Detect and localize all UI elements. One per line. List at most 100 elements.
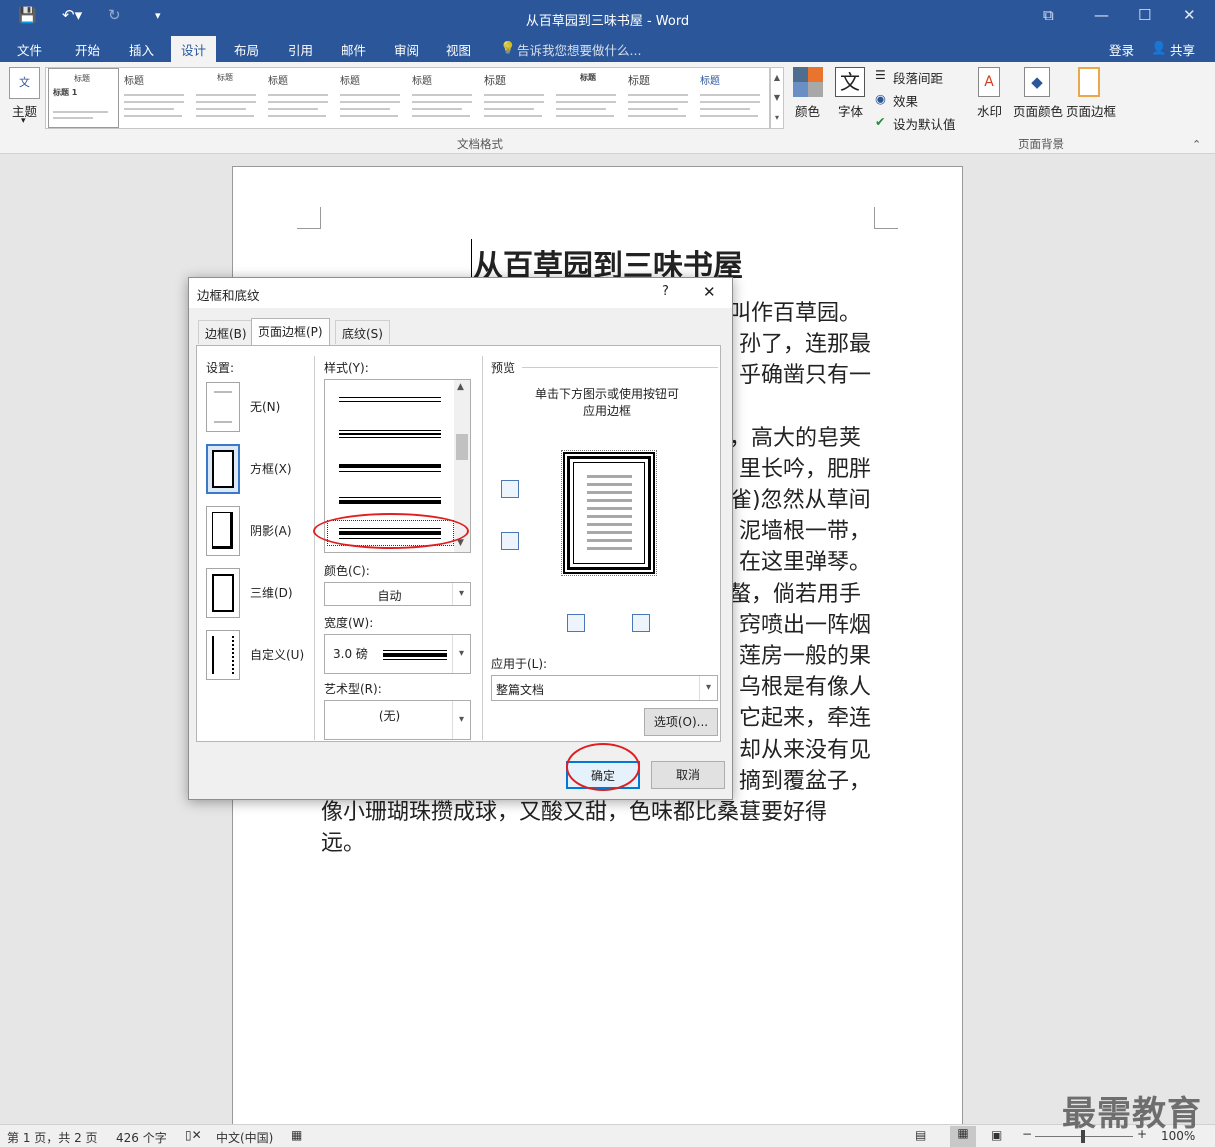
tab-design[interactable]: 设计	[171, 36, 217, 62]
watermark-icon[interactable]: A	[978, 67, 1000, 97]
tab-references[interactable]: 引用	[288, 40, 313, 59]
paragraph-spacing-button[interactable]: 段落间距	[893, 68, 943, 87]
doc-line: 泥墙根一带，	[739, 519, 872, 544]
divider	[482, 356, 483, 740]
doc-line: 叫作百草园。	[729, 301, 862, 326]
right-border-button[interactable]	[632, 614, 650, 632]
word-count[interactable]: 426 个字	[116, 1129, 167, 1146]
proofing-icon[interactable]: ▯✕	[185, 1128, 202, 1142]
setting-shadow[interactable]: 阴影(A)	[250, 522, 292, 539]
zoom-out-icon[interactable]: −	[1022, 1127, 1032, 1141]
cancel-button[interactable]: 取消	[651, 761, 725, 789]
maximize-icon[interactable]: ☐	[1138, 6, 1151, 24]
scroll-up-icon[interactable]: ▲	[457, 382, 464, 392]
login-link[interactable]: 登录	[1109, 40, 1134, 59]
tab-insert[interactable]: 插入	[129, 40, 154, 59]
effects-button[interactable]: 效果	[893, 91, 918, 110]
style-thumb[interactable]: 标题	[624, 68, 695, 128]
chevron-down-icon: ▾	[452, 701, 470, 739]
art-select[interactable]: (无) ▾	[324, 700, 471, 740]
tell-me-box[interactable]: 告诉我您想要做什么...	[517, 40, 641, 59]
margin-mark	[297, 207, 321, 229]
doc-line: 摘到覆盆子，	[739, 769, 872, 794]
tab-mailings[interactable]: 邮件	[341, 40, 366, 59]
apply-to-select[interactable]: 整篇文档 ▾	[491, 675, 718, 701]
tab-file[interactable]: 文件	[17, 40, 42, 59]
doc-line: 莲房一般的果	[739, 644, 872, 669]
ribbon-display-icon[interactable]: ⧉	[1043, 6, 1054, 24]
style-thumb[interactable]: 标题	[480, 68, 551, 128]
doc-line: 远。	[321, 831, 366, 856]
web-layout-icon[interactable]: ▣	[991, 1128, 1002, 1142]
setting-3d-icon[interactable]	[206, 568, 240, 618]
help-icon[interactable]: ?	[662, 284, 669, 299]
watermark-button[interactable]: 水印	[977, 101, 1002, 120]
style-thumb[interactable]: 标题 标题 1	[48, 68, 119, 128]
style-thumb[interactable]: 标题	[192, 68, 263, 128]
macro-icon[interactable]: ▦	[291, 1128, 302, 1142]
style-thumb[interactable]: 标题	[696, 68, 767, 128]
setting-none[interactable]: 无(N)	[250, 398, 280, 415]
style-set-gallery[interactable]: 标题 标题 1 标题 标题 标题 标题 标题 标题 标题 标题 标题	[45, 67, 770, 129]
group-document-format: 文档格式	[457, 137, 503, 151]
gallery-scroll[interactable]: ▲ ▼ ▾	[770, 67, 784, 129]
minimize-icon[interactable]: —	[1094, 6, 1109, 24]
page-count[interactable]: 第 1 页，共 2 页	[7, 1129, 98, 1146]
status-bar: 第 1 页，共 2 页 426 个字 ▯✕ 中文(中国) ▦ ▤ ▦ ▣ − +…	[0, 1124, 1215, 1147]
page-border-icon[interactable]	[1078, 67, 1100, 97]
setting-shadow-icon[interactable]	[206, 506, 240, 556]
page-color-button[interactable]: 页面颜色	[1013, 101, 1063, 120]
tab-shading[interactable]: 底纹(S)	[335, 320, 390, 344]
setting-none-icon[interactable]	[206, 382, 240, 432]
tab-page-border[interactable]: 页面边框(P)	[251, 318, 330, 346]
setting-box-icon[interactable]	[206, 444, 240, 494]
fonts-button[interactable]: 字体	[838, 101, 863, 120]
paragraph-spacing-icon: ☰	[875, 68, 886, 82]
setting-custom-icon[interactable]	[206, 630, 240, 680]
language[interactable]: 中文(中国)	[216, 1129, 273, 1146]
options-button[interactable]: 选项(O)...	[644, 708, 718, 736]
close-icon[interactable]: ✕	[1183, 6, 1196, 24]
width-select[interactable]: 3.0 磅 ▾	[324, 634, 471, 674]
theme-icon[interactable]: 文	[9, 67, 40, 99]
read-mode-icon[interactable]: ▤	[915, 1128, 926, 1142]
print-layout-icon[interactable]: ▦	[950, 1126, 976, 1147]
tab-review[interactable]: 审阅	[394, 40, 419, 59]
preview-hint: 应用边框	[582, 404, 631, 418]
window-title: 从百草园到三味书屋 - Word	[525, 14, 690, 29]
page-borders-button[interactable]: 页面边框	[1066, 101, 1116, 120]
share-button[interactable]: 共享	[1170, 40, 1195, 59]
collapse-ribbon-icon[interactable]: ⌃	[1192, 138, 1201, 151]
check-icon: ✔	[875, 114, 886, 129]
style-thumb[interactable]: 标题	[408, 68, 479, 128]
fonts-icon[interactable]: 文	[835, 67, 865, 97]
color-select[interactable]: 自动 ▾	[324, 582, 471, 606]
tab-home[interactable]: 开始	[75, 40, 100, 59]
set-default-button[interactable]: 设为默认值	[893, 114, 956, 133]
style-thumb[interactable]: 标题	[120, 68, 191, 128]
settings-label: 设置:	[206, 361, 235, 375]
left-border-button[interactable]	[567, 614, 585, 632]
color-label: 颜色(C):	[324, 564, 370, 578]
setting-box[interactable]: 方框(X)	[250, 460, 292, 477]
style-thumb[interactable]: 标题	[264, 68, 335, 128]
style-thumb[interactable]: 标题	[552, 68, 623, 128]
doc-line: 孙了，连那最	[739, 332, 872, 357]
dialog-close-icon[interactable]: ✕	[703, 283, 716, 301]
colors-button[interactable]: 颜色	[795, 101, 820, 120]
paint-bucket-icon[interactable]: ◆	[1024, 67, 1050, 97]
top-border-button[interactable]	[501, 480, 519, 498]
scroll-thumb[interactable]	[456, 434, 468, 460]
tab-view[interactable]: 视图	[446, 40, 471, 59]
style-thumb[interactable]: 标题	[336, 68, 407, 128]
setting-custom[interactable]: 自定义(U)	[250, 646, 304, 663]
tab-borders[interactable]: 边框(B)	[198, 320, 254, 344]
doc-line: 却从来没有见	[739, 738, 872, 763]
preview-page[interactable]	[561, 450, 657, 576]
setting-3d[interactable]: 三维(D)	[250, 584, 293, 601]
doc-line: 乎确凿只有一	[739, 363, 872, 388]
bottom-border-button[interactable]	[501, 532, 519, 550]
tab-layout[interactable]: 布局	[234, 40, 259, 59]
doc-line: 在这里弹琴。	[739, 550, 872, 575]
colors-icon[interactable]	[793, 67, 823, 97]
